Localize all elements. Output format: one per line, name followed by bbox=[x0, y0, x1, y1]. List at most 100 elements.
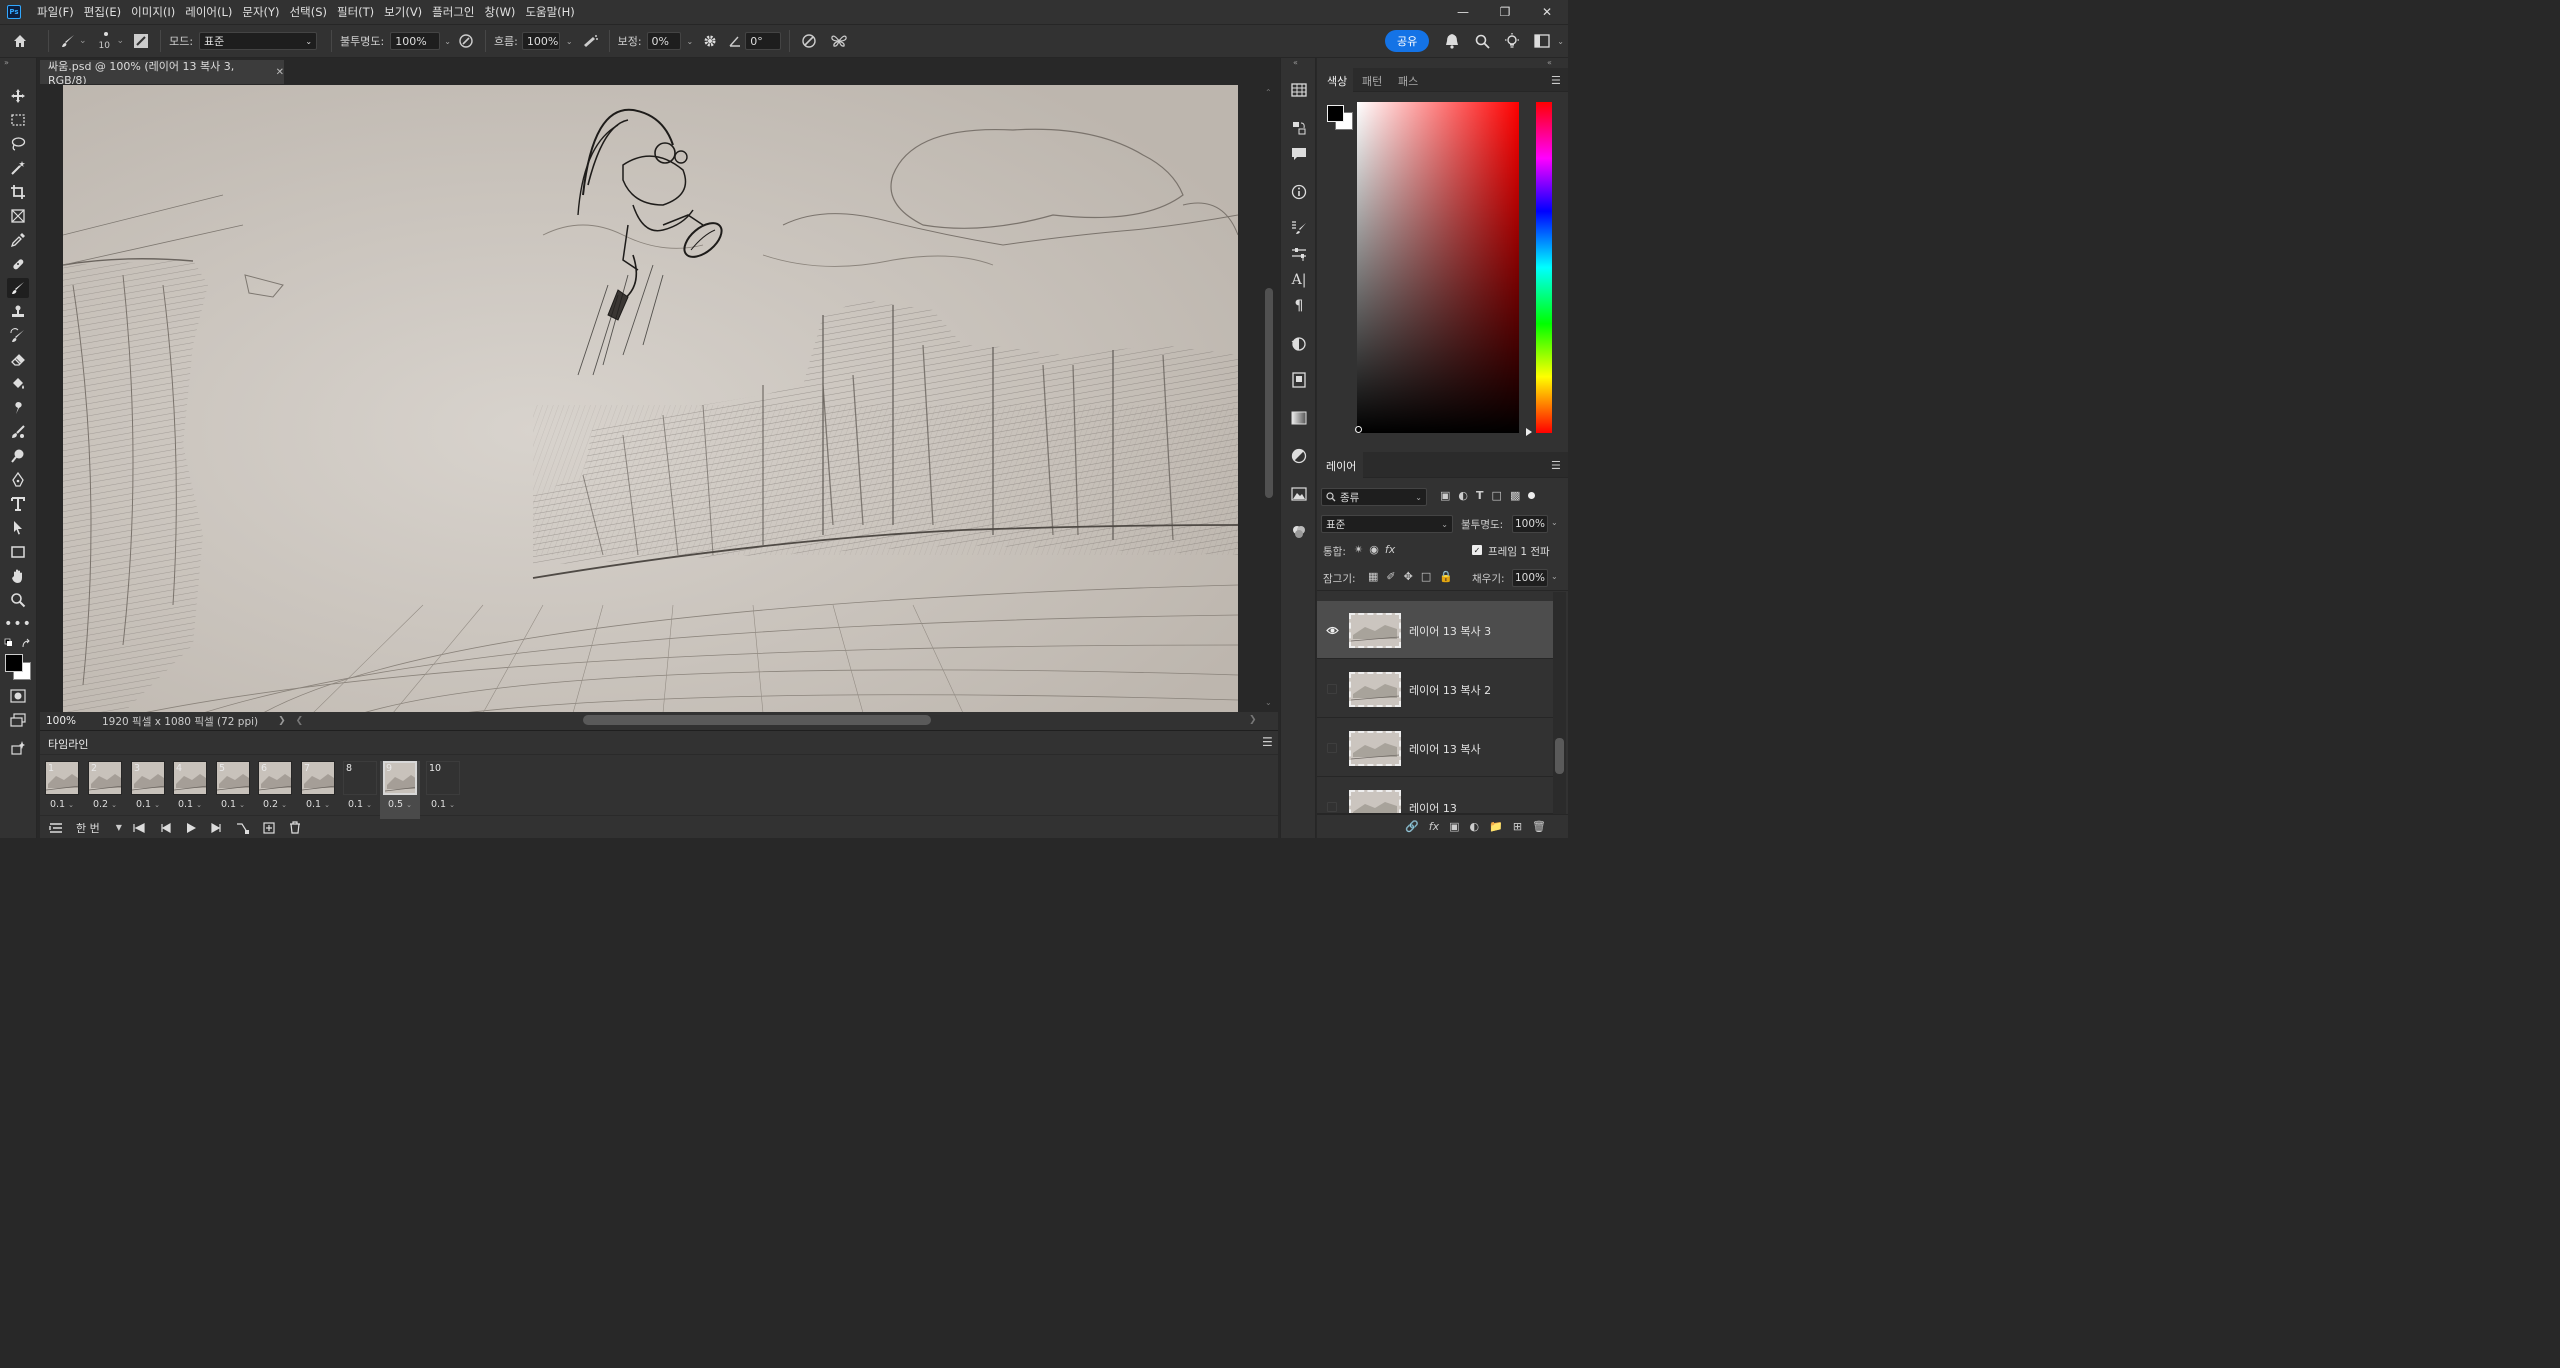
foreground-color-swatch[interactable] bbox=[5, 654, 23, 672]
more-tools-button[interactable]: ••• bbox=[4, 614, 31, 634]
scroll-left-icon[interactable]: ❮ bbox=[296, 716, 304, 726]
menu-select[interactable]: 선택(S) bbox=[285, 4, 332, 20]
chevron-down-icon[interactable]: ⌄ bbox=[79, 36, 87, 46]
timeline-frame[interactable]: 6 0.2 ⌄ bbox=[255, 761, 295, 819]
paint-bucket-tool[interactable] bbox=[7, 374, 29, 394]
healing-brush-tool[interactable] bbox=[7, 254, 29, 274]
filter-pixel-icon[interactable]: ▣ bbox=[1440, 489, 1450, 502]
history-brush-tool[interactable] bbox=[7, 326, 29, 346]
play-button[interactable] bbox=[178, 822, 204, 833]
workspace-button[interactable] bbox=[1527, 34, 1557, 48]
layers-scroll-thumb[interactable] bbox=[1555, 738, 1564, 774]
layer-filter-select[interactable]: 종류 ⌄ bbox=[1321, 488, 1427, 506]
layer-row[interactable]: 레이어 13 복사 bbox=[1317, 719, 1553, 777]
menu-edit[interactable]: 편집(E) bbox=[79, 4, 126, 20]
adjustment-presets-button[interactable] bbox=[1289, 446, 1309, 466]
airbrush-button[interactable] bbox=[579, 33, 601, 49]
convert-timeline-button[interactable] bbox=[44, 822, 68, 834]
opacity-input[interactable]: 100% bbox=[390, 32, 441, 50]
lock-pixels-icon[interactable]: ✐ bbox=[1386, 570, 1395, 583]
close-tab-icon[interactable]: ✕ bbox=[276, 67, 284, 78]
timeline-frame[interactable]: 9 0.5 ⌄ bbox=[380, 761, 420, 819]
layer-thumbnail[interactable] bbox=[1349, 613, 1401, 648]
libraries-panel-button[interactable] bbox=[1289, 370, 1309, 390]
delete-frame-button[interactable] bbox=[282, 821, 308, 834]
home-button[interactable] bbox=[0, 33, 40, 49]
chevron-down-icon[interactable]: ⌄ bbox=[117, 36, 125, 46]
layer-thumbnail[interactable] bbox=[1349, 790, 1401, 813]
layer-row[interactable]: 레이어 13 복사 3 bbox=[1317, 601, 1553, 659]
tab-patterns[interactable]: 패턴 bbox=[1362, 73, 1382, 89]
crop-tool[interactable] bbox=[7, 182, 29, 202]
comments-panel-button[interactable] bbox=[1289, 144, 1309, 164]
menu-image[interactable]: 이미지(I) bbox=[126, 4, 180, 20]
pressure-opacity-button[interactable] bbox=[455, 33, 477, 49]
first-frame-button[interactable] bbox=[126, 822, 152, 833]
chevron-down-icon[interactable]: ⌄ bbox=[1551, 518, 1558, 527]
timeline-frame[interactable]: 3 0.1 ⌄ bbox=[128, 761, 168, 819]
smoothing-input[interactable]: 0% bbox=[646, 32, 681, 50]
panel-menu-icon[interactable]: ☰ bbox=[1551, 74, 1561, 87]
layer-thumbnail[interactable] bbox=[1349, 672, 1401, 707]
angle-input[interactable]: 0° bbox=[745, 32, 782, 50]
unify-position-icon[interactable]: ✴ bbox=[1354, 543, 1363, 556]
frame-delay-select[interactable]: 0.2 ⌄ bbox=[85, 799, 125, 810]
frame-delay-select[interactable]: 0.1 ⌄ bbox=[128, 799, 168, 810]
channels-panel-button[interactable] bbox=[1289, 80, 1309, 100]
frame-delay-select[interactable]: 0.1 ⌄ bbox=[170, 799, 210, 810]
timeline-frame[interactable]: 8 0.1 ⌄ bbox=[340, 761, 380, 819]
brush-size-preview[interactable]: 10 bbox=[95, 27, 117, 55]
marquee-tool[interactable] bbox=[7, 110, 29, 130]
properties-panel-button[interactable] bbox=[1289, 334, 1309, 354]
visibility-toggle[interactable] bbox=[1325, 682, 1339, 696]
layer-opacity-input[interactable]: 100% bbox=[1512, 515, 1548, 533]
panel-menu-icon[interactable]: ☰ bbox=[1262, 735, 1273, 749]
share-button[interactable]: 공유 bbox=[1385, 30, 1430, 52]
add-style-icon[interactable]: fx bbox=[1429, 820, 1439, 833]
timeline-frame[interactable]: 10 0.1 ⌄ bbox=[423, 761, 463, 819]
flow-input[interactable]: 100% bbox=[521, 32, 560, 50]
layer-thumbnail[interactable] bbox=[1349, 731, 1401, 766]
filter-shape-icon[interactable]: □ bbox=[1492, 489, 1502, 502]
quick-mask-button[interactable] bbox=[7, 686, 29, 706]
lock-transparent-icon[interactable]: ▦ bbox=[1368, 570, 1378, 583]
filter-adjustment-icon[interactable]: ◐ bbox=[1458, 489, 1468, 502]
frame-delay-select[interactable]: 0.1 ⌄ bbox=[340, 799, 380, 810]
chevron-down-icon[interactable]: ▼ bbox=[116, 823, 122, 832]
layer-row[interactable]: 레이어 13 bbox=[1317, 778, 1553, 814]
symmetry-button[interactable] bbox=[828, 33, 850, 49]
filter-smart-object-icon[interactable]: ▩ bbox=[1510, 489, 1520, 502]
filter-type-icon[interactable]: T bbox=[1476, 489, 1484, 502]
blend-mode-select[interactable]: 표준 ⌄ bbox=[1321, 515, 1453, 533]
brush-preset-button[interactable] bbox=[57, 33, 79, 49]
frame-tool[interactable] bbox=[7, 206, 29, 226]
unify-style-icon[interactable]: fx bbox=[1385, 543, 1395, 556]
timeline-frame[interactable]: 4 0.1 ⌄ bbox=[170, 761, 210, 819]
search-button[interactable] bbox=[1467, 34, 1497, 49]
path-selection-tool[interactable] bbox=[7, 518, 29, 538]
add-mask-icon[interactable]: ▣ bbox=[1449, 820, 1459, 833]
chevron-right-icon[interactable]: ❯ bbox=[278, 716, 286, 726]
menu-window[interactable]: 창(W) bbox=[480, 4, 521, 20]
magic-wand-tool[interactable] bbox=[7, 158, 29, 178]
timeline-frame[interactable]: 7 0.1 ⌄ bbox=[298, 761, 338, 819]
brushes-panel-button[interactable] bbox=[1289, 218, 1309, 238]
eraser-tool[interactable] bbox=[7, 350, 29, 370]
hue-slider[interactable] bbox=[1536, 102, 1552, 433]
filter-toggle-icon[interactable] bbox=[1528, 492, 1536, 499]
eyedropper-tool[interactable] bbox=[7, 230, 29, 250]
visibility-toggle[interactable] bbox=[1325, 741, 1339, 755]
picker-cursor[interactable] bbox=[1355, 426, 1362, 433]
rectangle-tool[interactable] bbox=[7, 542, 29, 562]
menu-type[interactable]: 문자(Y) bbox=[237, 4, 284, 20]
gradients-panel-button[interactable] bbox=[1289, 408, 1309, 428]
frame-delay-select[interactable]: 0.5 ⌄ bbox=[380, 799, 420, 810]
channels-rgb-button[interactable] bbox=[1289, 522, 1309, 542]
menu-plugins[interactable]: 플러그인 bbox=[427, 4, 479, 20]
chevron-down-icon[interactable]: ⌄ bbox=[1557, 37, 1564, 46]
frame-delay-select[interactable]: 0.1 ⌄ bbox=[213, 799, 253, 810]
frame-delay-select[interactable]: 0.2 ⌄ bbox=[255, 799, 295, 810]
adjustments-panel-button[interactable] bbox=[1289, 244, 1309, 264]
dodge-tool[interactable] bbox=[7, 446, 29, 466]
timeline-frame[interactable]: 2 0.2 ⌄ bbox=[85, 761, 125, 819]
